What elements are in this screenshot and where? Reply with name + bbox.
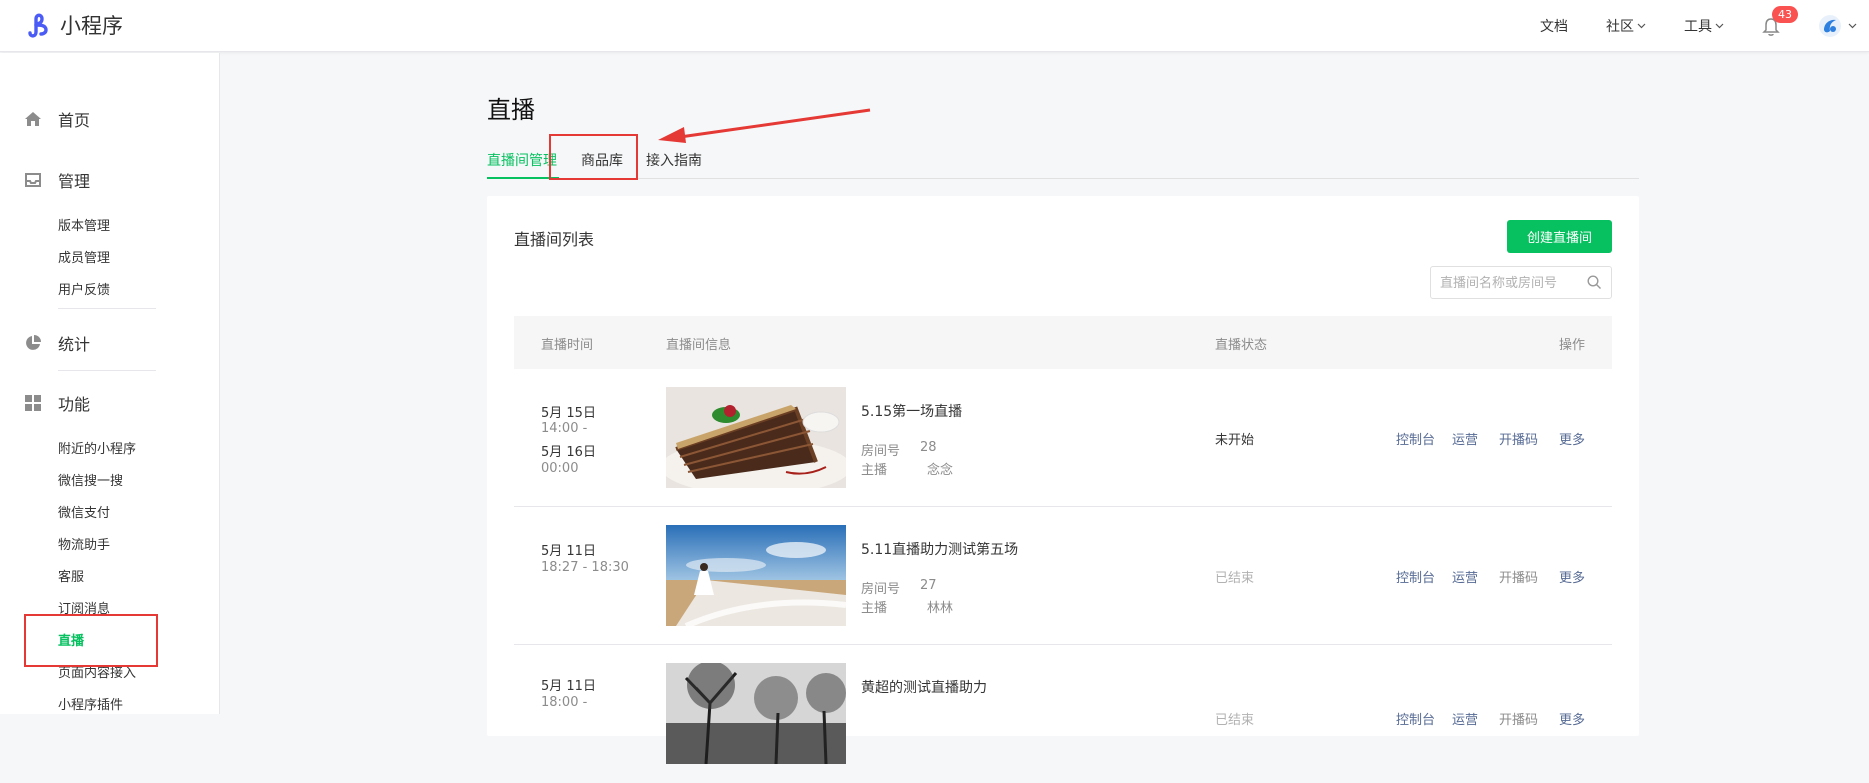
table-row: 5月 11日 18:00 - 黄超的测试直播助力 已结束 控制台 运营 开播码 … <box>514 645 1612 783</box>
avatar <box>1819 15 1841 37</box>
table-row: 5月 11日 18:27 - 18:30 5.11直播助力测试第五场 房间号 2… <box>514 507 1612 645</box>
broadcast-code-link[interactable]: 开播码 <box>1499 567 1538 586</box>
table-header: 直播时间 直播间信息 直播状态 操作 <box>514 316 1612 369</box>
home-icon <box>25 112 41 126</box>
tools-menu[interactable]: 工具 <box>1684 16 1724 36</box>
brand[interactable]: 小程序 <box>24 10 123 40</box>
docs-link[interactable]: 文档 <box>1540 16 1568 36</box>
start-date: 5月 11日 <box>541 679 596 694</box>
more-link[interactable]: 更多 <box>1559 567 1585 586</box>
start-time: 18:00 - <box>541 695 588 710</box>
sidebar-item-label: 首页 <box>58 111 91 130</box>
tab-bar: 直播间管理 商品库 接入指南 <box>487 146 1639 179</box>
top-nav: 文档 社区 工具 43 <box>1540 0 1869 52</box>
live-room-list-card: 直播间列表 创建直播间 直播时间 直播间信息 直播状态 操作 5月 15日 14… <box>487 196 1639 764</box>
tab-access-guide[interactable]: 接入指南 <box>646 150 702 170</box>
room-number-label: 房间号 <box>861 582 901 597</box>
sidebar-item-manage[interactable]: 管理 <box>24 168 90 192</box>
sidebar-item-stats[interactable]: 统计 <box>24 331 90 355</box>
host-name: 林林 <box>927 601 954 616</box>
top-bar: 小程序 文档 社区 工具 43 <box>0 0 1869 52</box>
sidebar-divider <box>58 370 156 371</box>
table-row: 5月 15日 14:00 - 5月 16日 00:00 5.15第一场直播 房间… <box>514 369 1612 507</box>
brand-name: 小程序 <box>60 14 123 38</box>
live-room-cover-image <box>666 525 846 626</box>
community-label: 社区 <box>1606 19 1634 35</box>
search-input[interactable] <box>1440 275 1590 290</box>
create-live-room-button[interactable]: 创建直播间 <box>1507 220 1612 253</box>
notifications-button[interactable]: 43 <box>1762 6 1798 37</box>
page-title: 直播 <box>487 96 535 124</box>
column-header-info: 直播间信息 <box>666 338 732 353</box>
end-time: 00:00 <box>541 461 579 476</box>
room-number-label: 房间号 <box>861 444 901 459</box>
status-badge: 已结束 <box>1215 571 1255 586</box>
host-label: 主播 <box>861 463 888 478</box>
console-link[interactable]: 控制台 <box>1396 709 1435 728</box>
live-room-title[interactable]: 5.11直播助力测试第五场 <box>861 539 1018 559</box>
sidebar-item-features[interactable]: 功能 <box>24 391 90 415</box>
sidebar-item-wechat-search[interactable]: 微信搜一搜 <box>58 470 123 489</box>
search-icon[interactable] <box>1587 275 1602 290</box>
tools-label: 工具 <box>1684 19 1712 35</box>
broadcast-code-link[interactable]: 开播码 <box>1499 709 1538 728</box>
sidebar-divider <box>58 308 156 309</box>
start-date: 5月 11日 <box>541 544 596 559</box>
annotation-box-live <box>24 614 158 667</box>
room-number: 27 <box>920 578 937 593</box>
sidebar-item-customer-service[interactable]: 客服 <box>58 566 84 585</box>
miniprogram-logo-icon <box>28 13 48 38</box>
card-title: 直播间列表 <box>514 230 595 249</box>
end-date: 5月 16日 <box>541 445 596 460</box>
column-header-actions: 操作 <box>1558 338 1585 353</box>
notification-count-badge: 43 <box>1772 6 1798 23</box>
sidebar-item-version-manage[interactable]: 版本管理 <box>58 215 110 234</box>
column-header-status: 直播状态 <box>1215 338 1268 353</box>
chevron-down-icon <box>1715 23 1724 29</box>
sidebar-item-label: 功能 <box>58 395 91 414</box>
sidebar-item-nearby[interactable]: 附近的小程序 <box>58 438 136 457</box>
column-header-time: 直播时间 <box>541 338 594 353</box>
search-box <box>1430 266 1612 299</box>
live-room-title[interactable]: 黄超的测试直播助力 <box>861 677 987 697</box>
live-room-title[interactable]: 5.15第一场直播 <box>861 401 962 421</box>
start-time: 18:27 - 18:30 <box>541 560 629 575</box>
chevron-down-icon <box>1637 23 1646 29</box>
community-menu[interactable]: 社区 <box>1606 16 1646 36</box>
start-time: 14:00 - <box>541 421 588 436</box>
operations-link[interactable]: 运营 <box>1452 429 1478 448</box>
room-number: 28 <box>920 440 937 455</box>
sidebar-item-wechat-pay[interactable]: 微信支付 <box>58 502 110 521</box>
sidebar-item-logistics[interactable]: 物流助手 <box>58 534 110 553</box>
status-badge: 已结束 <box>1215 713 1255 728</box>
status-badge: 未开始 <box>1215 433 1255 448</box>
live-room-cover-image <box>666 387 846 488</box>
start-date: 5月 15日 <box>541 406 596 421</box>
operations-link[interactable]: 运营 <box>1452 567 1478 586</box>
console-link[interactable]: 控制台 <box>1396 429 1435 448</box>
account-menu[interactable] <box>1818 14 1857 38</box>
sidebar-item-member-manage[interactable]: 成员管理 <box>58 247 110 266</box>
host-label: 主播 <box>861 601 888 616</box>
more-link[interactable]: 更多 <box>1559 709 1585 728</box>
docs-label: 文档 <box>1540 19 1568 35</box>
console-link[interactable]: 控制台 <box>1396 567 1435 586</box>
more-link[interactable]: 更多 <box>1559 429 1585 448</box>
annotation-box-product-library <box>549 134 638 180</box>
inbox-icon <box>25 173 41 187</box>
chevron-down-icon <box>1848 23 1857 29</box>
annotation-arrow-icon <box>658 108 871 143</box>
tab-live-room-manage[interactable]: 直播间管理 <box>487 150 557 170</box>
operations-link[interactable]: 运营 <box>1452 709 1478 728</box>
sidebar-item-label: 统计 <box>58 335 91 354</box>
sidebar-item-plugins[interactable]: 小程序插件 <box>58 694 123 713</box>
pie-chart-icon <box>26 335 41 350</box>
host-name: 念念 <box>927 463 954 478</box>
broadcast-code-link[interactable]: 开播码 <box>1499 429 1538 448</box>
grid-icon <box>25 395 41 411</box>
sidebar-item-user-feedback[interactable]: 用户反馈 <box>58 279 110 298</box>
sidebar-item-home[interactable]: 首页 <box>24 107 90 131</box>
sidebar-item-label: 管理 <box>58 172 91 191</box>
